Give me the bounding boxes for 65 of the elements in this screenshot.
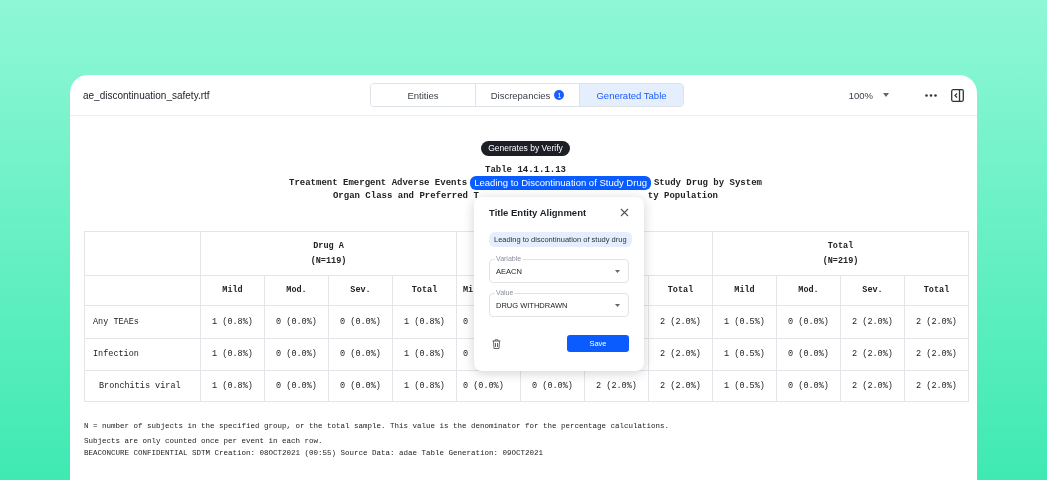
- table-cell-text: 1 (0.8%): [404, 348, 445, 361]
- table-cell-text: 2 (2.0%): [852, 348, 893, 361]
- generated-badge: Generates by Verify: [481, 141, 570, 156]
- table-cell-text: 0 (0.0%): [340, 348, 381, 361]
- column-header: Total: [923, 284, 950, 297]
- table-cell-text: 1 (0.8%): [404, 379, 445, 393]
- table-cell-text: 2 (2.0%): [916, 315, 957, 329]
- table-cell-text: 0: [463, 315, 469, 329]
- close-icon[interactable]: [620, 208, 629, 217]
- table-cell-text: 0 (0.0%): [532, 379, 573, 393]
- table-title: Organ Class and Preferred T: [332, 190, 479, 201]
- table-cell-text: 2 (2.0%): [852, 315, 893, 329]
- panel-icon[interactable]: [951, 88, 964, 102]
- table-cell-text: 0 (0.0%): [276, 348, 317, 361]
- zoom-dropdown[interactable]: 100%: [848, 89, 889, 101]
- table-cell-text: 1 (0.8%): [404, 315, 445, 329]
- table-cell-text: 1 (0.5%): [724, 348, 765, 361]
- column-header: Sev.: [862, 284, 883, 297]
- table-number: Table 14.1.1.13: [485, 164, 566, 176]
- table-cell-text: 2 (2.0%): [596, 379, 637, 393]
- table-cell-text: 0 (0.0%): [276, 379, 317, 393]
- column-header: Mi: [463, 284, 474, 297]
- group-header: Total (N=219): [822, 239, 859, 268]
- column-header: Sev.: [350, 284, 371, 297]
- trash-icon[interactable]: [492, 338, 501, 349]
- column-header: Total: [411, 284, 438, 297]
- table-title: ty Population: [647, 190, 718, 201]
- table-cell-text: 0 (0.0%): [340, 379, 381, 393]
- table-cell-text: 0 (0.0%): [463, 379, 504, 393]
- view-tab[interactable]: Generated Table: [579, 84, 683, 106]
- table-cell-text: 2 (2.0%): [916, 348, 957, 361]
- table-cell-text: 2 (2.0%): [660, 348, 701, 361]
- more-icon[interactable]: [925, 93, 937, 97]
- table-cell-text: 0 (0.0%): [276, 315, 317, 329]
- table-cell-text: 1 (0.5%): [724, 315, 765, 329]
- table-cell-text: 0 (0.0%): [788, 379, 829, 393]
- table-cell-text: 2 (2.0%): [916, 379, 957, 393]
- column-header: Mod.: [798, 284, 819, 297]
- table-cell-text: 1 (0.8%): [212, 348, 253, 361]
- popup-title: Title Entity Alignment: [489, 207, 587, 218]
- table-cell-text: 1 (0.5%): [724, 379, 765, 393]
- column-header: Mild: [222, 284, 243, 297]
- table-title: Study Drug by System: [653, 177, 762, 188]
- table-cell-text: 2 (2.0%): [852, 379, 893, 393]
- row-label: Bronchitis viral: [98, 379, 181, 393]
- caret-icon: [615, 269, 620, 273]
- row-label: Infection: [93, 348, 139, 361]
- group-header: Drug A (N=119): [310, 239, 347, 268]
- column-header: Mod.: [286, 284, 307, 297]
- file-name: ae_discontinuation_safety.rtf: [83, 89, 210, 101]
- table-cell-text: 0: [463, 348, 469, 361]
- table-cell-text: 0 (0.0%): [340, 315, 381, 329]
- table-cell-text: 1 (0.8%): [212, 379, 253, 393]
- entity-highlight[interactable]: Leading to Discontinuation of Study Drug: [470, 175, 651, 190]
- table-cell-text: 1 (0.8%): [212, 315, 253, 329]
- row-label: Any TEAEs: [93, 315, 139, 329]
- table-cell-text: 2 (2.0%): [660, 379, 701, 393]
- column-header: Mild: [734, 284, 755, 297]
- caret-icon: [883, 93, 889, 97]
- column-header: Total: [667, 284, 694, 297]
- table-cell-text: 0 (0.0%): [788, 348, 829, 361]
- table-cell-text: 2 (2.0%): [660, 315, 701, 329]
- table-cell-text: 0 (0.0%): [788, 315, 829, 329]
- table-title: Treatment Emergent Adverse Events: [289, 177, 468, 188]
- caret-icon: [615, 303, 620, 307]
